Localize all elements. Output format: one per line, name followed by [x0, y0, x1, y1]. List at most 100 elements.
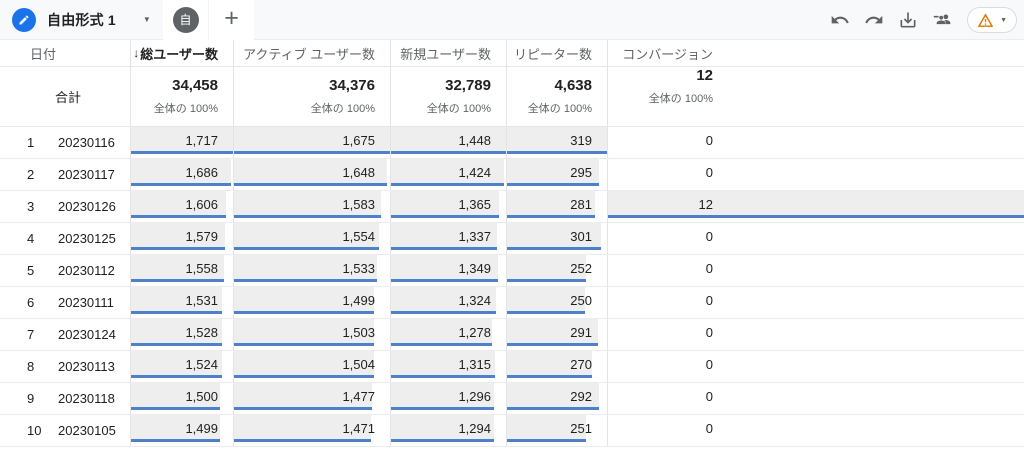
column-header-total-users[interactable]: ↓ 総ユーザー数: [130, 40, 233, 66]
value-cell: 1,448: [390, 127, 506, 158]
cell-value: 1,533: [342, 261, 375, 276]
cell-value: 0: [705, 229, 713, 244]
undo-icon: [830, 10, 850, 30]
cell-value: 1,531: [185, 293, 218, 308]
value-cell: 1,533: [233, 255, 390, 286]
date-value: 20230117: [58, 167, 115, 182]
value-cell: 250: [506, 287, 607, 318]
cell-value: 0: [705, 165, 713, 180]
toolbar: 自由形式 1 ▼ 自 + ▼: [0, 0, 1024, 40]
row-rank: 3: [27, 199, 35, 214]
value-cell: 1,524: [130, 351, 233, 382]
row-rank: 1: [27, 135, 35, 150]
value-cell: 0: [607, 383, 1024, 414]
value-cell: 1,558: [130, 255, 233, 286]
table-row: 9 20230118 1,500 1,477 1,296 292 0: [0, 383, 1024, 415]
table-row: 10 20230105 1,499 1,471 1,294 251 0: [0, 415, 1024, 447]
value-cell: 1,531: [130, 287, 233, 318]
cell-value: 1,675: [342, 133, 375, 148]
date-cell: 6 20230111: [0, 287, 130, 318]
totals-subtext: 全体の 100%: [310, 103, 375, 115]
row-rank: 5: [27, 263, 35, 278]
totals-subtext: 全体の 100%: [426, 103, 491, 115]
cell-value: 12: [698, 197, 713, 212]
value-cell: 1,583: [233, 191, 390, 222]
cell-value: 1,296: [458, 389, 491, 404]
table-row: 6 20230111 1,531 1,499 1,324 250 0: [0, 287, 1024, 319]
value-bar: [507, 127, 607, 154]
cell-value: 1,349: [458, 261, 491, 276]
cell-value: 1,686: [185, 165, 218, 180]
totals-label-cell: 合計: [0, 67, 130, 126]
edit-button[interactable]: [12, 7, 36, 32]
cell-value: 1,717: [185, 133, 218, 148]
cell-value: 250: [570, 293, 592, 308]
value-cell: 251: [506, 415, 607, 446]
data-table: 日付 ↓ 総ユーザー数 アクティブ ユーザー数 新規ユーザー数 リピーター数 コ…: [0, 40, 1024, 447]
cell-value: 251: [570, 421, 592, 436]
table-body: 1 20230116 1,717 1,675 1,448 319 0 2 20230117 1,6…: [0, 127, 1024, 447]
chevron-down-icon[interactable]: ▼: [143, 15, 151, 24]
add-tab-button[interactable]: +: [208, 0, 254, 40]
date-value: 20230118: [58, 391, 115, 406]
sort-descending-icon: ↓: [133, 46, 140, 60]
cell-value: 1,448: [458, 133, 491, 148]
cell-value: 1,648: [342, 165, 375, 180]
cell-value: 1,606: [185, 197, 218, 212]
value-cell: 301: [506, 223, 607, 254]
column-header-returning-users[interactable]: リピーター数: [506, 40, 607, 66]
tab-freeform[interactable]: 自: [163, 0, 208, 40]
value-cell: 1,504: [233, 351, 390, 382]
cell-value: 1,554: [342, 229, 375, 244]
column-label: 新規ユーザー数: [400, 46, 491, 62]
column-header-active-users[interactable]: アクティブ ユーザー数: [233, 40, 390, 66]
value-cell: 270: [506, 351, 607, 382]
column-header-date[interactable]: 日付: [0, 40, 130, 66]
value-cell: 295: [506, 159, 607, 190]
sheet-tabs: 自 +: [163, 0, 254, 40]
table-row: 3 20230126 1,606 1,583 1,365 281 12: [0, 191, 1024, 223]
totals-cell: 34,458 全体の 100%: [130, 67, 233, 126]
value-cell: 291: [506, 319, 607, 350]
table-row: 2 20230117 1,686 1,648 1,424 295 0: [0, 159, 1024, 191]
toolbar-actions: ▼: [827, 0, 1017, 40]
table-header-row: 日付 ↓ 総ユーザー数 アクティブ ユーザー数 新規ユーザー数 リピーター数 コ…: [0, 40, 1024, 67]
cell-value: 292: [570, 389, 592, 404]
column-label: アクティブ ユーザー数: [243, 46, 375, 62]
cell-value: 319: [570, 133, 592, 148]
date-cell: 2 20230117: [0, 159, 130, 190]
value-cell: 1,424: [390, 159, 506, 190]
date-value: 20230111: [58, 295, 114, 310]
cell-value: 1,499: [185, 421, 218, 436]
value-cell: 0: [607, 223, 1024, 254]
cell-value: 270: [570, 357, 592, 372]
value-cell: 1,477: [233, 383, 390, 414]
totals-subtext: 全体の 100%: [527, 103, 592, 115]
value-cell: 1,686: [130, 159, 233, 190]
share-users-button[interactable]: [929, 7, 955, 33]
warning-button[interactable]: ▼: [967, 7, 1017, 33]
totals-row: 合計 34,458 全体の 100% 34,376 全体の 100% 32,78…: [0, 67, 1024, 127]
column-label: コンバージョン: [622, 46, 713, 62]
cell-value: 1,528: [185, 325, 218, 340]
column-header-conversions[interactable]: コンバージョン: [607, 40, 1024, 66]
cell-value: 1,477: [342, 389, 375, 404]
download-button[interactable]: [895, 7, 921, 33]
cell-value: 252: [570, 261, 592, 276]
plus-icon: +: [224, 4, 239, 32]
cell-value: 295: [570, 165, 592, 180]
redo-button[interactable]: [861, 7, 887, 33]
value-cell: 0: [607, 127, 1024, 158]
undo-button[interactable]: [827, 7, 853, 33]
cell-value: 1,579: [185, 229, 218, 244]
value-cell: 1,579: [130, 223, 233, 254]
value-cell: 1,606: [130, 191, 233, 222]
value-cell: 1,503: [233, 319, 390, 350]
exploration-app: 自由形式 1 ▼ 自 + ▼ 日付 ↓ 総ユーザー数 アクティブ ユーザー数 新…: [0, 0, 1024, 473]
column-header-new-users[interactable]: 新規ユーザー数: [390, 40, 506, 66]
value-cell: 1,471: [233, 415, 390, 446]
value-cell: 0: [607, 415, 1024, 446]
value-cell: 0: [607, 255, 1024, 286]
cell-value: 1,294: [458, 421, 491, 436]
value-cell: 1,365: [390, 191, 506, 222]
